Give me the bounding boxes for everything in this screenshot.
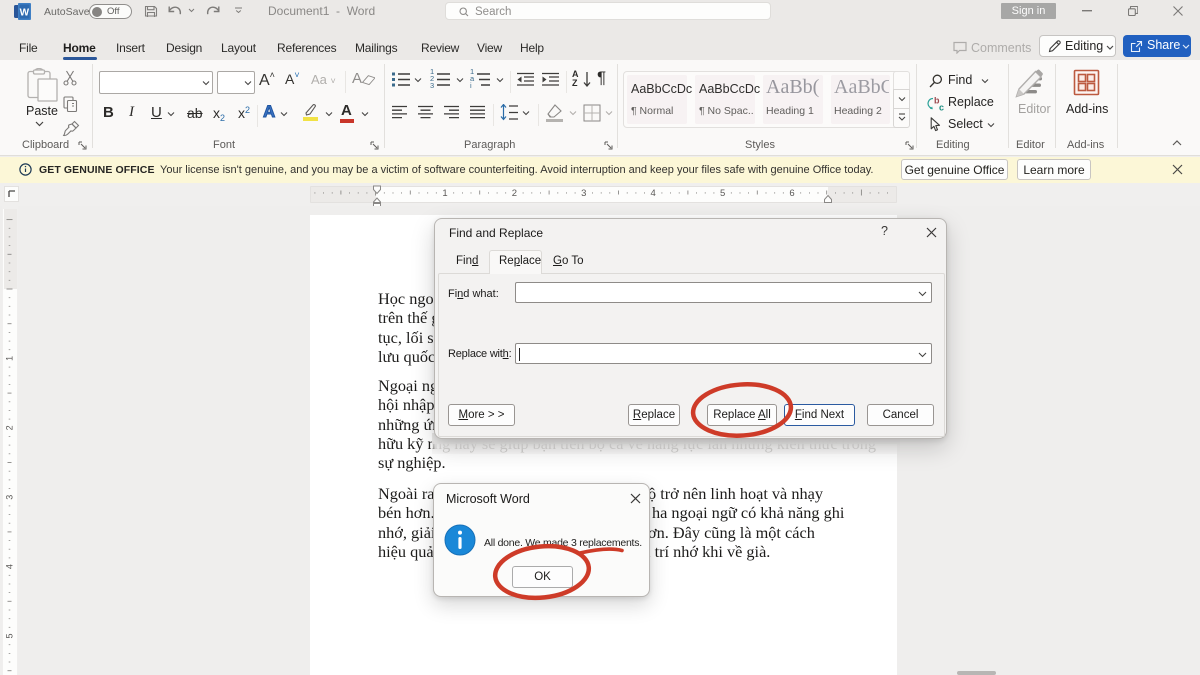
svg-text:4: 4 bbox=[5, 564, 15, 569]
svg-text:c: c bbox=[939, 103, 944, 113]
svg-text:3: 3 bbox=[581, 188, 586, 199]
svg-text:W: W bbox=[20, 8, 30, 19]
svg-text:6: 6 bbox=[789, 188, 794, 199]
svg-text:2: 2 bbox=[512, 188, 517, 199]
svg-text:5: 5 bbox=[720, 188, 725, 199]
svg-text:5: 5 bbox=[5, 633, 15, 638]
svg-text:2: 2 bbox=[5, 425, 15, 430]
svg-text:1: 1 bbox=[442, 188, 447, 199]
svg-text:3: 3 bbox=[5, 495, 15, 500]
svg-text:1: 1 bbox=[5, 356, 15, 361]
svg-text:4: 4 bbox=[651, 188, 656, 199]
